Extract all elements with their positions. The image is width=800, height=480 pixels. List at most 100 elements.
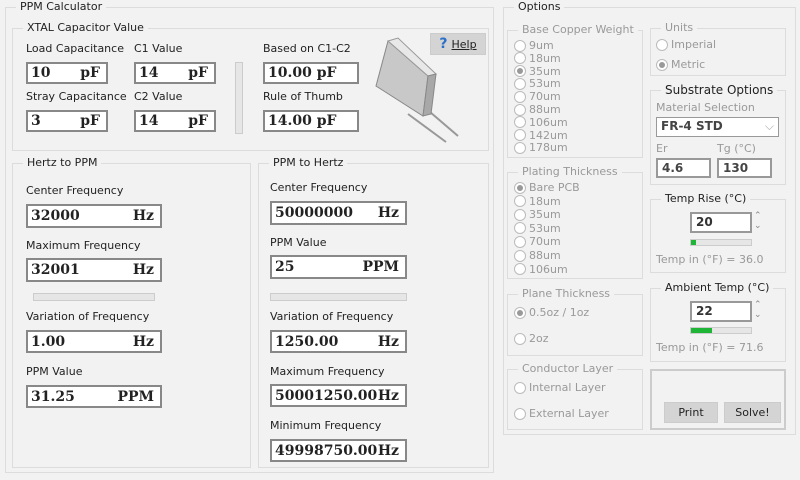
group-title: PPM Calculator: [16, 0, 107, 13]
radio-conductor[interactable]: Internal Layer: [514, 381, 606, 394]
radio-plane[interactable]: 0.5oz / 1oz: [514, 306, 589, 319]
value: 50000000: [275, 205, 353, 221]
c2-label: C2 Value: [134, 90, 183, 103]
radio-copper[interactable]: 70um: [514, 90, 561, 103]
variation-output: 1250.00 Hz: [270, 330, 407, 353]
based-on-c1-c2-label: Based on C1-C2: [263, 42, 351, 55]
unit: PPM: [362, 259, 399, 275]
value: 14: [139, 65, 159, 81]
radio-label: 106um: [529, 262, 568, 276]
group-title: Ambient Temp (°C): [661, 281, 774, 294]
er-input[interactable]: 4.6: [656, 158, 711, 178]
minimum-frequency-label: Minimum Frequency: [270, 419, 382, 432]
radio-copper[interactable]: 9um: [514, 39, 554, 52]
radio-circle-icon: [514, 381, 526, 394]
radio-circle-icon: [514, 129, 526, 142]
radio-copper[interactable]: 106um: [514, 116, 568, 129]
value: 10.00 pF: [268, 65, 337, 81]
radio-circle-icon: [656, 58, 668, 71]
value: 14.00 pF: [268, 113, 337, 129]
tg-input[interactable]: 130: [717, 158, 772, 178]
help-icon: ?: [439, 36, 448, 52]
group-title: Substrate Options: [661, 83, 778, 97]
value: 1.00: [31, 333, 66, 350]
spinner-arrows-icon[interactable]: ⌃ ⌄: [754, 300, 762, 320]
radio-plating[interactable]: 70um: [514, 235, 561, 248]
material-select[interactable]: FR-4 STD ⌵: [656, 117, 779, 137]
radio-circle-icon: [514, 90, 526, 103]
radio-label: 88um: [529, 249, 561, 262]
radio-label: 9um: [529, 39, 554, 52]
radio-plating[interactable]: Bare PCB: [514, 181, 580, 194]
rule-of-thumb-label: Rule of Thumb: [263, 90, 343, 103]
radio-label: 18um: [529, 194, 561, 208]
print-button[interactable]: Print: [664, 402, 718, 423]
radio-copper[interactable]: 53um: [514, 77, 561, 90]
maximum-frequency-label: Maximum Frequency: [26, 239, 141, 252]
c1-label: C1 Value: [134, 42, 183, 55]
radio-label: 70um: [529, 90, 561, 104]
stray-capacitance-input[interactable]: 3 pF: [26, 110, 108, 132]
radio-plating[interactable]: 106um: [514, 263, 568, 276]
temp-rise-input[interactable]: 20: [690, 212, 752, 233]
radio-plating[interactable]: 35um: [514, 208, 561, 221]
ppm-value-output: 31.25 PPM: [26, 385, 162, 408]
radio-circle-icon: [656, 38, 668, 51]
unit: Hz: [377, 442, 399, 459]
ambient-temp-bar: [690, 327, 752, 334]
radio-label: 53um: [529, 221, 561, 235]
unit: Hz: [377, 205, 399, 221]
unit: Hz: [377, 387, 399, 404]
group-title: Base Copper Weight: [518, 23, 638, 36]
radio-label: 178um: [529, 141, 568, 155]
load-capacitance-input[interactable]: 10 pF: [26, 62, 108, 84]
radio-plating[interactable]: 18um: [514, 195, 561, 208]
solve-button[interactable]: Solve!: [724, 402, 781, 423]
help-button[interactable]: ? Help: [430, 33, 486, 55]
radio-copper[interactable]: 142um: [514, 129, 568, 142]
radio-circle-icon: [514, 306, 526, 319]
radio-label: Internal Layer: [529, 381, 606, 394]
radio-circle-icon: [514, 235, 526, 248]
radio-plating[interactable]: 53um: [514, 222, 561, 235]
value: 31.25: [31, 388, 75, 405]
ambient-temp-input[interactable]: 22: [690, 301, 752, 322]
maximum-frequency-output: 50001250.00 Hz: [270, 384, 407, 407]
variation-label: Variation of Frequency: [270, 310, 394, 323]
unit: Hz: [132, 333, 154, 350]
radio-circle-icon: [514, 39, 526, 52]
group-title: Temp Rise (°C): [661, 192, 751, 205]
radio-units[interactable]: Metric: [656, 58, 705, 71]
center-frequency-input[interactable]: 50000000 Hz: [270, 201, 407, 225]
group-title: PPM to Hertz: [269, 156, 348, 169]
c1-input[interactable]: 14 pF: [134, 62, 216, 84]
unit: pF: [188, 65, 208, 81]
temp-rise-bar-fill: [691, 240, 696, 245]
radio-units[interactable]: Imperial: [656, 38, 716, 51]
spinner-arrows-icon[interactable]: ⌃ ⌄: [754, 211, 762, 231]
radio-label: Metric: [671, 58, 706, 71]
center-frequency-input[interactable]: 32000 Hz: [26, 204, 162, 228]
group-title: Plane Thickness: [518, 287, 615, 300]
radio-label: Bare PCB: [529, 181, 580, 194]
radio-copper[interactable]: 35um: [514, 65, 561, 78]
radio-copper[interactable]: 178um: [514, 141, 568, 154]
radio-plating[interactable]: 88um: [514, 249, 561, 262]
radio-copper[interactable]: 88um: [514, 103, 561, 116]
radio-plane[interactable]: 2oz: [514, 332, 549, 345]
radio-circle-icon: [514, 222, 526, 235]
rule-of-thumb-output: 14.00 pF: [263, 110, 359, 132]
c2-input[interactable]: 14 pF: [134, 110, 216, 132]
tg-label: Tg (°C): [717, 142, 756, 155]
ppm-value-input[interactable]: 25 PPM: [270, 255, 407, 279]
radio-circle-icon: [514, 141, 526, 154]
progress-bar: [270, 293, 407, 301]
radio-label: 142um: [529, 128, 568, 142]
load-capacitance-label: Load Capacitance: [26, 42, 124, 55]
value: 25: [275, 259, 295, 275]
radio-label: 35um: [529, 64, 561, 78]
radio-copper[interactable]: 18um: [514, 52, 561, 65]
value: 14: [139, 113, 159, 129]
radio-conductor[interactable]: External Layer: [514, 407, 609, 420]
maximum-frequency-input[interactable]: 32001 Hz: [26, 258, 162, 282]
